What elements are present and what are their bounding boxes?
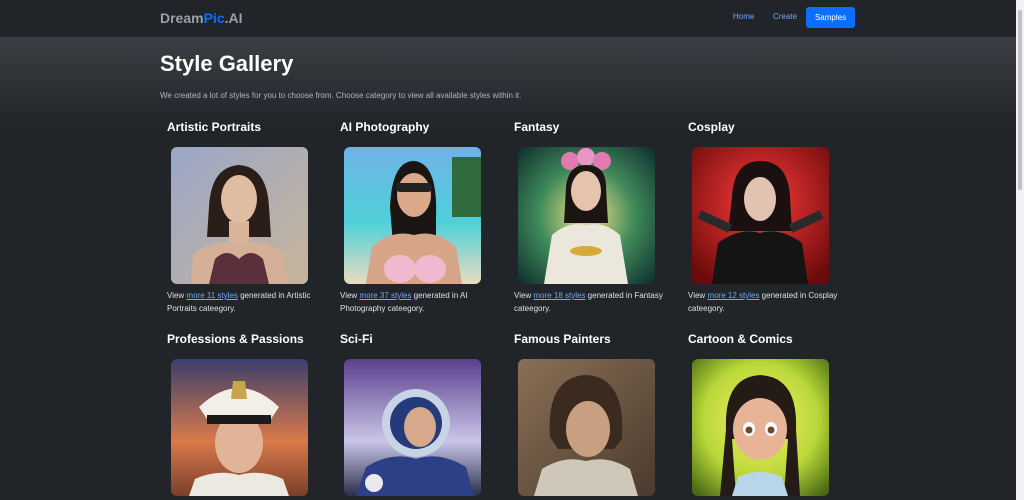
nav-home-link[interactable]: Home <box>733 12 754 21</box>
samples-button[interactable]: Samples <box>806 7 855 28</box>
category-description: View more 11 styles generated in Artisti… <box>167 291 311 313</box>
category-thumbnail-image[interactable] <box>344 147 481 284</box>
category-title: Cosplay <box>688 120 735 134</box>
category-thumbnail-image[interactable] <box>171 147 308 284</box>
category-title: Cartoon & Comics <box>688 332 793 346</box>
category-title: Professions & Passions <box>167 332 304 346</box>
brand-logo[interactable]: DreamPic.AI <box>160 10 243 26</box>
more-styles-link[interactable]: more 18 styles <box>533 291 585 300</box>
category-thumbnail-image[interactable] <box>171 359 308 496</box>
category-title: Artistic Portraits <box>167 120 262 134</box>
more-styles-link[interactable]: more 37 styles <box>359 291 411 300</box>
category-thumbnail-image[interactable] <box>344 359 481 496</box>
category-thumbnail-image[interactable] <box>518 359 655 496</box>
category-title: Fantasy <box>514 120 560 134</box>
navbar: DreamPic.AI Home Create Samples <box>0 0 1016 37</box>
hero-background <box>0 37 1016 127</box>
category-description: View more 37 styles generated in AI Phot… <box>340 291 468 313</box>
category-thumbnail-image[interactable] <box>518 147 655 284</box>
more-styles-link[interactable]: more 11 styles <box>186 291 237 300</box>
category-thumbnail-image[interactable] <box>692 147 829 284</box>
category-description: View more 18 styles generated in Fantasy… <box>514 291 663 313</box>
category-title: AI Photography <box>340 120 430 134</box>
page-description: We created a lot of styles for you to ch… <box>160 91 522 100</box>
category-title: Famous Painters <box>514 332 611 346</box>
category-thumbnail-image[interactable] <box>692 359 829 496</box>
scrollbar-thumb[interactable] <box>1018 10 1022 190</box>
nav-create-link[interactable]: Create <box>773 12 797 21</box>
more-styles-link[interactable]: more 12 styles <box>707 291 759 300</box>
category-title: Sci-Fi <box>340 332 373 346</box>
category-description: View more 12 styles generated in Cosplay… <box>688 291 838 313</box>
page-title: Style Gallery <box>160 51 294 76</box>
